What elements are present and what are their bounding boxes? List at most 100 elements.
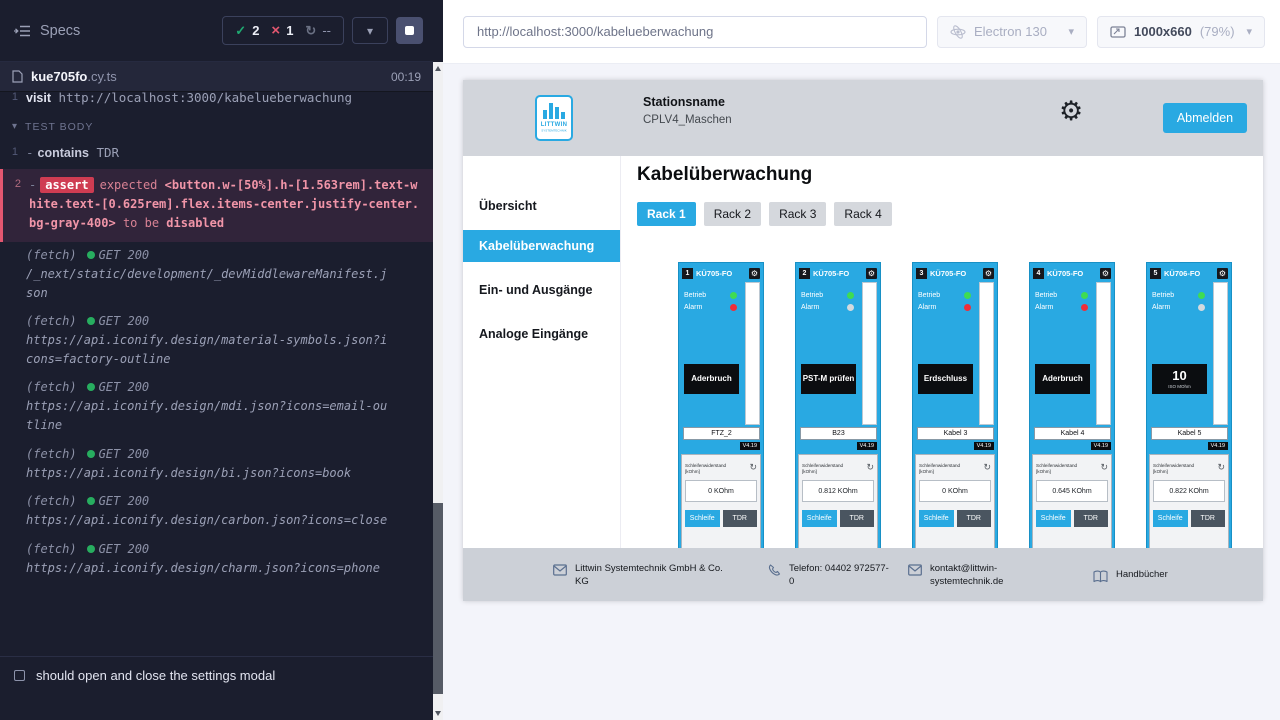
logout-button[interactable]: Abmelden xyxy=(1163,103,1247,133)
refresh-icon[interactable]: ↻ xyxy=(749,463,757,472)
resistance-label: Schleifenwiderstand [kOhm] xyxy=(1036,463,1092,474)
browser-selector[interactable]: Electron 130 ▾ xyxy=(937,16,1087,48)
scroll-down-arrow-icon[interactable] xyxy=(435,711,441,716)
device-number-badge: 1 xyxy=(682,268,693,279)
device-model-label: KÜ706-FO xyxy=(1164,269,1214,278)
cable-name-input[interactable]: Kabel 3 xyxy=(917,427,994,440)
collapse-reporter-button[interactable]: ▾ xyxy=(352,17,388,44)
device-gear-icon[interactable]: ⚙ xyxy=(866,268,877,279)
fetch-log-entry[interactable]: (fetch)GET 200 https://api.iconify.desig… xyxy=(0,536,433,584)
resistance-panel: Schleifenwiderstand [kOhm] ↻ 0.645 KOhm … xyxy=(1032,454,1112,548)
tdr-button[interactable]: TDR xyxy=(1191,510,1226,527)
cable-name-input[interactable]: FTZ_2 xyxy=(683,427,760,440)
schleife-button[interactable]: Schleife xyxy=(685,510,720,527)
device-label-strip xyxy=(745,282,760,425)
betrieb-led xyxy=(1198,292,1205,299)
schleife-button[interactable]: Schleife xyxy=(919,510,954,527)
cable-name-input[interactable]: Kabel 5 xyxy=(1151,427,1228,440)
cable-name-input[interactable]: B23 xyxy=(800,427,877,440)
schleife-button[interactable]: Schleife xyxy=(1036,510,1071,527)
command-number: 2 xyxy=(3,176,29,234)
spec-header[interactable]: kue705fo.cy.ts 00:19 xyxy=(0,62,433,92)
device-gear-icon[interactable]: ⚙ xyxy=(983,268,994,279)
footer-manuals[interactable]: Handbücher xyxy=(1093,567,1168,583)
command-contains[interactable]: 1 -contains TDR xyxy=(0,140,433,167)
tdr-button[interactable]: TDR xyxy=(957,510,992,527)
firmware-version: V4.19 xyxy=(857,442,877,450)
sidebar-item-ein-und-ausgaenge[interactable]: Ein- und Ausgänge xyxy=(463,268,620,312)
cable-name-input[interactable]: Kabel 4 xyxy=(1034,427,1111,440)
schleife-button[interactable]: Schleife xyxy=(802,510,837,527)
specs-menu-button[interactable]: Specs xyxy=(14,23,80,39)
refresh-icon[interactable]: ↻ xyxy=(1217,463,1225,472)
command-visit[interactable]: 1 visit http://localhost:3000/kabelueber… xyxy=(0,92,433,112)
status-dot-icon xyxy=(87,497,95,505)
resistance-value: 0.645 KOhm xyxy=(1036,480,1108,502)
pending-test[interactable]: should open and close the settings modal xyxy=(0,656,433,694)
tdr-button[interactable]: TDR xyxy=(1074,510,1109,527)
tab-rack-3[interactable]: Rack 3 xyxy=(769,202,826,226)
command-name: visit xyxy=(26,92,51,105)
tab-rack-1[interactable]: Rack 1 xyxy=(637,202,696,226)
tab-rack-2[interactable]: Rack 2 xyxy=(704,202,761,226)
settings-gear-icon[interactable]: ⚙ xyxy=(1059,98,1083,125)
sidebar-item-uebersicht[interactable]: Übersicht xyxy=(463,188,620,224)
viewport-size: 1000x660 xyxy=(1134,24,1192,39)
alarm-led xyxy=(847,304,854,311)
firmware-version: V4.19 xyxy=(740,442,760,450)
manuals-link[interactable]: Handbücher xyxy=(1116,569,1168,582)
fetch-log-entry[interactable]: (fetch)GET 200 https://api.iconify.desig… xyxy=(0,488,433,536)
fetch-log-entry[interactable]: (fetch)GET 200 https://api.iconify.desig… xyxy=(0,308,433,374)
sidebar-item-kabelueberwachung[interactable]: Kabelüberwachung xyxy=(463,230,620,262)
resistance-value: 0 KOhm xyxy=(919,480,991,502)
resistance-panel: Schleifenwiderstand [kOhm] ↻ 0.812 KOhm … xyxy=(798,454,878,548)
fetch-status: GET 200 xyxy=(99,248,150,262)
refresh-icon[interactable]: ↻ xyxy=(866,463,874,472)
device-gear-icon[interactable]: ⚙ xyxy=(1100,268,1111,279)
fetch-status: GET 200 xyxy=(99,380,150,394)
device-status-display: 10 ISO MOhm xyxy=(1152,364,1207,394)
viewport-zoom: (79%) xyxy=(1200,24,1235,39)
schleife-button[interactable]: Schleife xyxy=(1153,510,1188,527)
scrollbar-thumb[interactable] xyxy=(433,503,443,694)
alarm-led xyxy=(1081,304,1088,311)
scrollbar-track[interactable] xyxy=(433,62,443,720)
url-text: http://localhost:3000/kabelueberwachung xyxy=(477,24,713,39)
fetch-log-entry[interactable]: (fetch) GET 200 /_next/static/development… xyxy=(0,242,433,308)
tdr-button[interactable]: TDR xyxy=(840,510,875,527)
alarm-label: Alarm xyxy=(1152,304,1170,311)
betrieb-led xyxy=(730,292,737,299)
passed-count: 2 xyxy=(252,23,259,38)
device-gear-icon[interactable]: ⚙ xyxy=(749,268,760,279)
fetch-log-entry[interactable]: (fetch)GET 200 https://api.iconify.desig… xyxy=(0,441,433,489)
fetch-url: /_next/static/development/_devMiddleware… xyxy=(26,265,388,302)
resistance-panel: Schleifenwiderstand [kOhm] ↻ 0 KOhm Schl… xyxy=(681,454,761,548)
device-label-strip xyxy=(979,282,994,425)
firmware-version: V4.19 xyxy=(1208,442,1228,450)
fetch-label: (fetch) xyxy=(26,248,77,262)
chevron-down-icon: ▾ xyxy=(367,24,373,38)
alarm-led xyxy=(1198,304,1205,311)
viewport-selector[interactable]: 1000x660 (79%) ▾ xyxy=(1097,16,1265,48)
tdr-button[interactable]: TDR xyxy=(723,510,758,527)
command-assert-failed[interactable]: 2 -assertexpected <button.w-[50%].h-[1.5… xyxy=(0,169,433,243)
scroll-up-arrow-icon[interactable] xyxy=(435,66,441,71)
spec-file-icon xyxy=(12,70,23,83)
reporter-scrollbar xyxy=(433,0,443,720)
email-address[interactable]: kontakt@littwin-systemtechnik.de xyxy=(930,563,1032,589)
fetch-log-entry[interactable]: (fetch)GET 200 https://api.iconify.desig… xyxy=(0,374,433,440)
sidebar-item-analoge-eingaenge[interactable]: Analoge Eingänge xyxy=(463,312,620,356)
fetch-url: https://api.iconify.design/carbon.json?i… xyxy=(26,511,388,530)
chevron-down-icon: ▾ xyxy=(1246,25,1252,38)
refresh-icon[interactable]: ↻ xyxy=(983,463,991,472)
stop-tests-button[interactable] xyxy=(396,17,423,44)
tab-rack-4[interactable]: Rack 4 xyxy=(834,202,891,226)
device-gear-icon[interactable]: ⚙ xyxy=(1217,268,1228,279)
refresh-icon[interactable]: ↻ xyxy=(1100,463,1108,472)
url-input[interactable]: http://localhost:3000/kabelueberwachung xyxy=(463,16,927,48)
command-log: 1 visit http://localhost:3000/kabelueber… xyxy=(0,92,433,656)
test-body-section-toggle[interactable]: ▾ TEST BODY xyxy=(0,112,433,140)
command-name: contains xyxy=(38,146,89,160)
footer-email[interactable]: kontakt@littwin-systemtechnik.de xyxy=(908,561,1093,589)
station-name: CPLV4_Maschen xyxy=(643,112,732,129)
